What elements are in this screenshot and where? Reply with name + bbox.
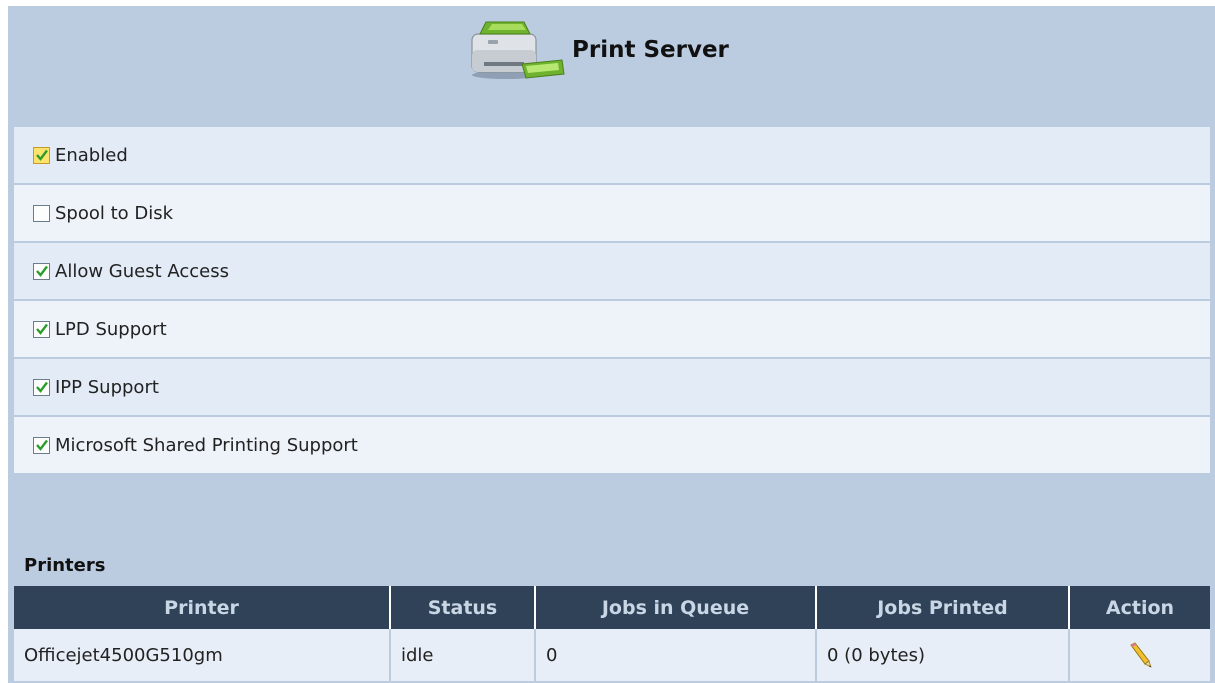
option-label: IPP Support [55,376,159,398]
jobs-printed-cell: 0 (0 bytes) [816,629,1070,681]
option-label: Spool to Disk [55,202,174,224]
option-enabled[interactable]: Enabled [14,127,1210,185]
microsoft-shared-printing-checkbox[interactable] [33,436,50,454]
print-server-panel: Print Server Enabled Spool to Disk Allow… [8,6,1215,683]
printers-section-title: Printers [24,555,106,576]
check-icon [36,265,48,277]
page-header-inner: Print Server [466,20,729,80]
option-ipp-support[interactable]: IPP Support [14,359,1210,417]
check-icon [36,439,48,451]
action-cell [1069,629,1210,681]
ipp-support-checkbox[interactable] [33,378,50,396]
column-header-jobs-in-queue: Jobs in Queue [535,586,817,629]
page-header: Print Server [8,6,1215,116]
allow-guest-access-checkbox[interactable] [33,262,50,280]
option-microsoft-shared-printing[interactable]: Microsoft Shared Printing Support [14,417,1210,475]
page-title: Print Server [572,37,729,63]
check-icon [36,381,48,393]
lpd-support-checkbox[interactable] [33,320,50,338]
check-icon [36,323,48,335]
check-icon [36,149,48,161]
jobs-in-queue-cell: 0 [535,629,817,681]
option-lpd-support[interactable]: LPD Support [14,301,1210,359]
table-row: Officejet4500G510gm idle 0 0 (0 bytes) [14,629,1210,681]
status-cell: idle [390,629,536,681]
edit-pencil-icon[interactable] [1125,640,1155,670]
option-label: Enabled [55,144,128,166]
column-header-printer: Printer [14,586,391,629]
table-header-row: Printer Status Jobs in Queue Jobs Printe… [14,586,1210,629]
option-label: LPD Support [55,318,167,340]
printer-name-cell: Officejet4500G510gm [14,629,391,681]
spool-to-disk-checkbox[interactable] [33,204,50,222]
options-list: Enabled Spool to Disk Allow Guest Access… [14,127,1210,475]
enabled-checkbox[interactable] [33,146,50,164]
option-spool-to-disk[interactable]: Spool to Disk [14,185,1210,243]
option-label: Microsoft Shared Printing Support [55,434,358,456]
option-allow-guest-access[interactable]: Allow Guest Access [14,243,1210,301]
column-header-status: Status [390,586,536,629]
column-header-jobs-printed: Jobs Printed [816,586,1070,629]
column-header-action: Action [1069,586,1210,629]
printer-icon [471,21,565,79]
option-label: Allow Guest Access [55,260,229,282]
printers-table: Printer Status Jobs in Queue Jobs Printe… [14,586,1210,681]
